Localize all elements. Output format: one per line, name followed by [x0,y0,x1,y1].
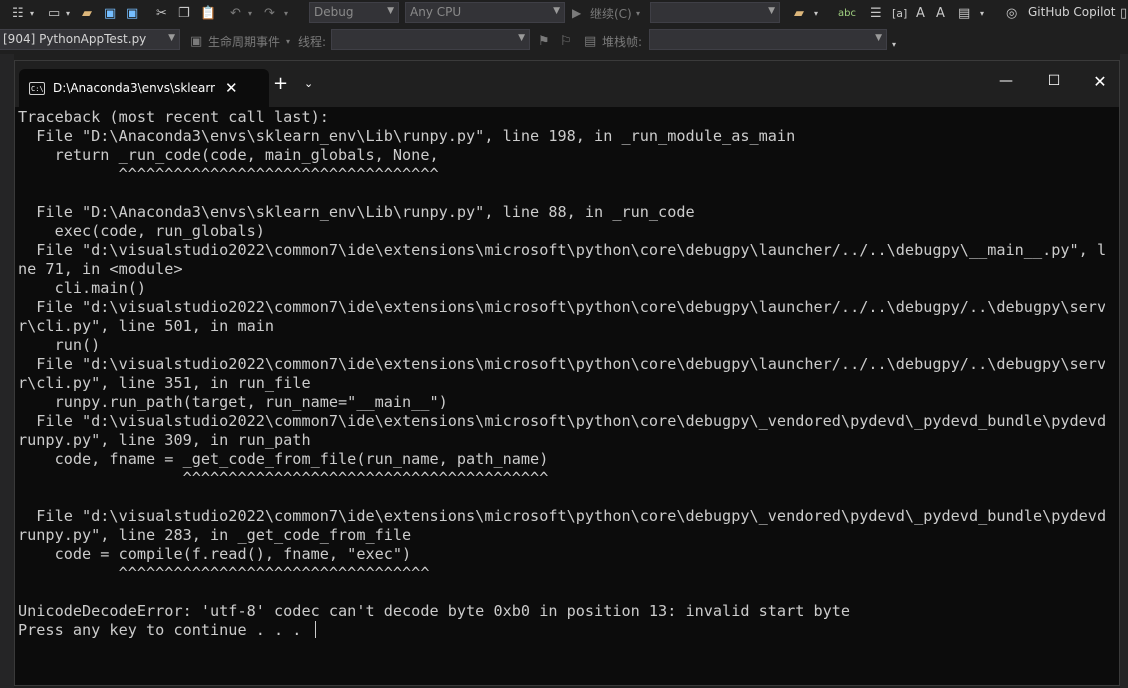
terminal-line: runpy.py", line 283, in _get_code_from_f… [18,526,412,544]
terminal-output[interactable]: Traceback (most recent call last): File … [18,108,1105,685]
terminal-tab[interactable]: C:\ D:\Anaconda3\envs\sklearn_e ✕ [19,69,269,107]
terminal-line: ^^^^^^^^^^^^^^^^^^^^^^^^^^^^^^^^^^^ [18,165,439,183]
redo-icon[interactable]: ↷ [264,3,275,23]
text-size-icon[interactable]: A [936,3,945,23]
copilot-icon[interactable]: ◎ [1006,3,1017,23]
play-icon[interactable]: ▶ [572,3,581,23]
terminal-line: File "d:\visualstudio2022\common7\ide\ex… [18,507,1105,525]
configuration-combo-value: Debug [314,5,354,19]
dropdown-arrow-icon[interactable]: ▾ [980,3,984,23]
undo-icon[interactable]: ↶ [230,3,241,23]
save-all-icon[interactable]: ▣ [126,3,138,23]
process-combo[interactable]: [904] PythonAppTest.py ▼ [0,29,180,50]
terminal-line: ne 71, in <module> [18,260,183,278]
dropdown-arrow-icon[interactable]: ▾ [30,3,34,23]
vs-debug-toolbar: [904] PythonAppTest.py ▼ ▣ 生命周期事件 ▾ 线程: … [0,26,1128,54]
new-tab-icon[interactable]: + [273,75,288,93]
paste-icon[interactable]: 📋 [200,3,216,23]
chevron-down-icon: ▼ [518,33,525,43]
vs-right-panel [1120,54,1128,688]
terminal-line: runpy.py", line 309, in run_path [18,431,311,449]
chevron-down-icon: ▼ [768,6,775,16]
close-window-button[interactable]: ✕ [1077,61,1119,101]
stackframe-combo[interactable]: ▼ [649,29,887,50]
terminal-line: exec(code, run_globals) [18,222,265,240]
solution-explorer-icon[interactable]: ☷ [12,3,24,23]
copy-icon[interactable]: ❐ [178,3,190,23]
feedback-icon[interactable]: ▯ [1120,3,1127,23]
copilot-button[interactable]: GitHub Copilot [1028,5,1115,19]
debug-target-combo[interactable]: ▼ [650,2,780,23]
continue-button[interactable]: 继续(C) [590,5,632,22]
terminal-line: File "D:\Anaconda3\envs\sklearn_env\Lib\… [18,127,796,145]
chevron-down-icon: ▼ [875,33,882,43]
thread-label: 线程: [298,35,327,49]
terminal-line: File "d:\visualstudio2022\common7\ide\ex… [18,241,1105,259]
new-item-icon[interactable]: ▭ [48,3,60,23]
terminal-tab-title: D:\Anaconda3\envs\sklearn_e [53,81,215,95]
dropdown-arrow-icon[interactable]: ▾ [248,3,252,23]
columns-icon[interactable]: ▤ [958,3,970,23]
close-tab-icon[interactable]: ✕ [225,79,238,97]
configuration-combo[interactable]: Debug ▼ [309,2,399,23]
terminal-tab-strip: C:\ D:\Anaconda3\envs\sklearn_e ✕ + ⌄ — … [15,61,1119,107]
vs-toolbar-top: ☷ ▾ ▭ ▾ ▰ ▣ ▣ ✂ ❐ 📋 ↶ ▾ ↷ ▾ Debug ▼ Any … [0,0,1128,26]
open-folder-icon[interactable]: ▰ [82,3,92,23]
dropdown-arrow-icon[interactable]: ▾ [66,3,70,23]
save-icon[interactable]: ▣ [104,3,116,23]
chevron-down-icon: ▼ [553,6,560,16]
toolbar-options-icon[interactable]: ▾ [892,34,896,54]
dropdown-arrow-icon[interactable]: ▾ [286,31,290,51]
dropdown-arrow-icon[interactable]: ▾ [636,3,640,23]
stackframe-icon[interactable]: ▤ [584,31,596,51]
maximize-button[interactable]: ☐ [1031,61,1077,101]
terminal-line: r\cli.py", line 351, in run_file [18,374,311,392]
vs-left-panel [0,54,14,688]
bracket-icon[interactable]: [a] [892,3,907,23]
cut-icon[interactable]: ✂ [156,3,167,23]
terminal-line: File "d:\visualstudio2022\common7\ide\ex… [18,355,1105,373]
chevron-down-icon: ▼ [387,6,394,16]
lifecycle-icon[interactable]: ▣ [190,31,202,51]
dropdown-arrow-icon[interactable]: ▾ [284,3,288,23]
terminal-line: Press any key to continue . . . [18,621,1105,640]
terminal-line: File "d:\visualstudio2022\common7\ide\ex… [18,412,1105,430]
terminal-line: r\cli.py", line 501, in main [18,317,275,335]
terminal-icon: C:\ [29,81,45,95]
platform-combo-value: Any CPU [410,5,462,19]
browse-folder-icon[interactable]: ▰ [794,3,804,23]
minimize-button[interactable]: — [983,61,1029,101]
format-icon[interactable]: ☰ [870,3,882,23]
terminal-line: File "d:\visualstudio2022\common7\ide\ex… [18,298,1105,316]
chevron-down-icon: ▼ [168,33,175,43]
flag-threads-icon[interactable]: ⚐ [560,31,572,51]
dropdown-arrow-icon[interactable]: ▾ [814,3,818,23]
terminal-line: UnicodeDecodeError: 'utf-8' codec can't … [18,602,851,620]
thread-combo[interactable]: ▼ [331,29,530,50]
terminal-line: cli.main() [18,279,147,297]
spellcheck-icon[interactable]: abc [838,3,856,23]
tab-dropdown-icon[interactable]: ⌄ [304,77,313,90]
font-size-icon[interactable]: A [916,3,925,23]
terminal-window: C:\ D:\Anaconda3\envs\sklearn_e ✕ + ⌄ — … [14,60,1120,686]
stackframe-label: 堆栈帧: [602,35,643,49]
terminal-line: return _run_code(code, main_globals, Non… [18,146,439,164]
flag-icon[interactable]: ⚑ [538,31,550,51]
terminal-line: File "D:\Anaconda3\envs\sklearn_env\Lib\… [18,203,695,221]
terminal-line: runpy.run_path(target, run_name="__main_… [18,393,448,411]
terminal-line: Traceback (most recent call last): [18,108,329,126]
terminal-line: ^^^^^^^^^^^^^^^^^^^^^^^^^^^^^^^^^^^^^^^^ [18,469,549,487]
text-cursor [314,621,316,638]
terminal-line: code, fname = _get_code_from_file(run_na… [18,450,549,468]
process-combo-value: [904] PythonAppTest.py [3,32,147,46]
terminal-line: ^^^^^^^^^^^^^^^^^^^^^^^^^^^^^^^^^^ [18,564,430,582]
terminal-line: code = compile(f.read(), fname, "exec") [18,545,412,563]
platform-combo[interactable]: Any CPU ▼ [405,2,565,23]
terminal-line: run() [18,336,101,354]
lifecycle-events-button[interactable]: 生命周期事件 [208,33,280,50]
